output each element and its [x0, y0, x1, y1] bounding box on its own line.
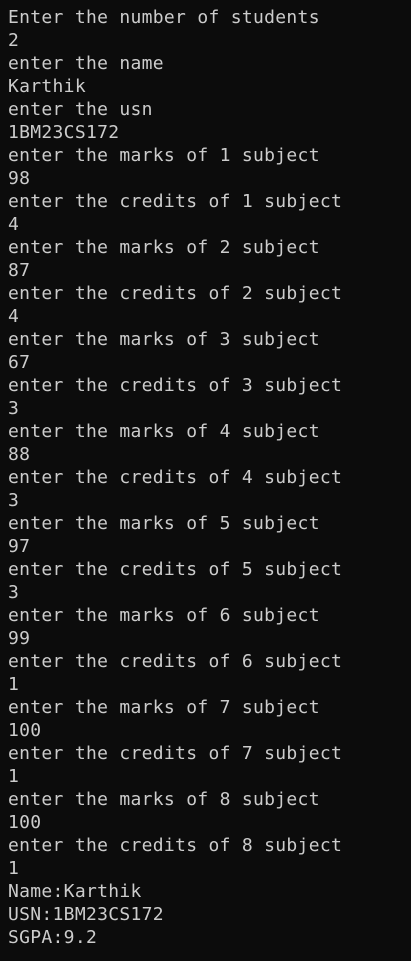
terminal-line: 100 — [8, 720, 42, 741]
terminal-line: enter the marks of 3 subject — [8, 329, 320, 350]
terminal-line: 2 — [8, 30, 20, 51]
terminal-line: enter the marks of 6 subject — [8, 605, 320, 626]
terminal-line: Name:Karthik — [8, 881, 142, 902]
terminal-line: Enter the number of students — [8, 7, 320, 28]
terminal-line: enter the credits of 4 subject — [8, 467, 343, 488]
terminal-line: 1 — [8, 674, 20, 695]
terminal-line: 3 — [8, 490, 20, 511]
terminal-line: enter the marks of 7 subject — [8, 697, 320, 718]
terminal-line: enter the credits of 5 subject — [8, 559, 343, 580]
terminal-line: enter the marks of 1 subject — [8, 145, 320, 166]
terminal-line: 67 — [8, 352, 31, 373]
terminal-line: enter the name — [8, 53, 164, 74]
terminal-output[interactable]: Enter the number of students 2 enter the n… — [0, 0, 411, 961]
terminal-line: 88 — [8, 444, 31, 465]
terminal-line: enter the credits of 2 subject — [8, 283, 343, 304]
terminal-line: 3 — [8, 582, 20, 603]
terminal-line: enter the credits of 3 subject — [8, 375, 343, 396]
terminal-line: 1 — [8, 858, 20, 879]
terminal-line: enter the credits of 8 subject — [8, 835, 343, 856]
terminal-line: 1BM23CS172 — [8, 122, 120, 143]
terminal-line: 87 — [8, 260, 31, 281]
terminal-line: 3 — [8, 398, 20, 419]
terminal-line: 4 — [8, 306, 20, 327]
terminal-line: 97 — [8, 536, 31, 557]
terminal-line: 1 — [8, 766, 20, 787]
terminal-line: enter the usn — [8, 99, 153, 120]
terminal-line: 98 — [8, 168, 31, 189]
terminal-line: enter the marks of 2 subject — [8, 237, 320, 258]
terminal-line: USN:1BM23CS172 — [8, 904, 164, 925]
terminal-line: enter the marks of 4 subject — [8, 421, 320, 442]
terminal-line: 100 — [8, 812, 42, 833]
terminal-line: enter the credits of 6 subject — [8, 651, 343, 672]
terminal-line: enter the marks of 8 subject — [8, 789, 320, 810]
terminal-line: enter the credits of 1 subject — [8, 191, 343, 212]
terminal-line: enter the marks of 5 subject — [8, 513, 320, 534]
terminal-line: Karthik — [8, 76, 86, 97]
terminal-line: enter the credits of 7 subject — [8, 743, 343, 764]
terminal-line: SGPA:9.2 — [8, 927, 98, 948]
terminal-line: 4 — [8, 214, 20, 235]
terminal-line: 99 — [8, 628, 31, 649]
